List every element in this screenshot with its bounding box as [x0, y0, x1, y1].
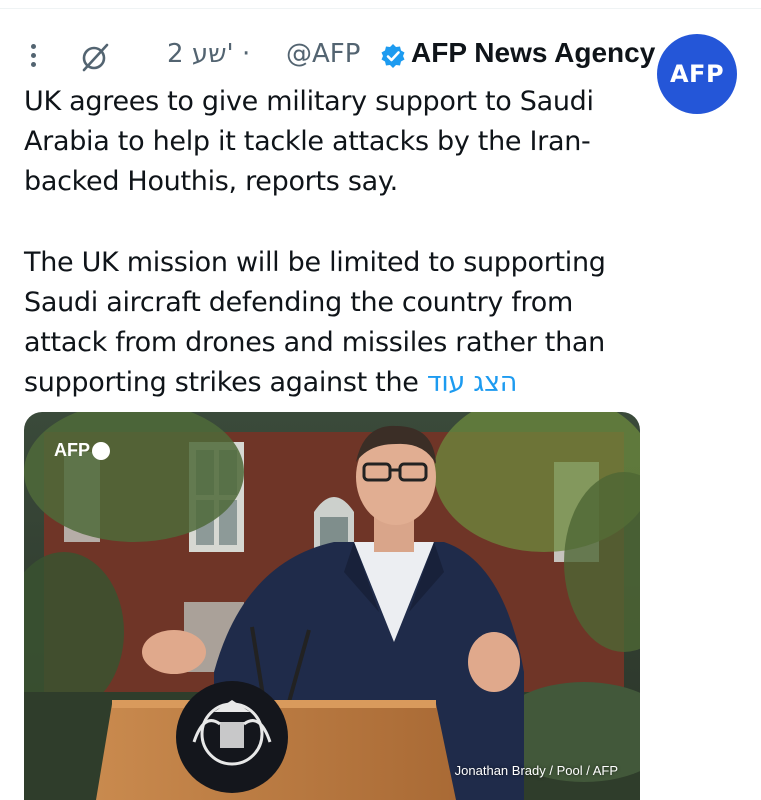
tweet-text: UK agrees to give military support to Sa… [24, 82, 644, 403]
photo-watermark: AFP [54, 440, 110, 461]
photo-illustration [24, 412, 640, 800]
more-vertical-icon[interactable] [28, 42, 40, 70]
watermark-text: AFP [54, 440, 90, 460]
show-more-link[interactable]: הצג עוד [427, 367, 518, 398]
author-handle[interactable]: @AFP [286, 39, 360, 69]
avatar-label: AFP [669, 60, 725, 88]
top-divider [0, 8, 761, 9]
tweet-paragraph: The UK mission will be limited to suppor… [24, 243, 644, 404]
tweet-paragraph: UK agrees to give military support to Sa… [24, 86, 594, 198]
photo-credit: Jonathan Brady / Pool / AFP [454, 763, 618, 778]
tweet-paragraph-text: The UK mission will be limited to suppor… [24, 246, 606, 399]
tweet-meta: 2 שע' · [167, 39, 250, 69]
avatar[interactable]: AFP [657, 34, 737, 114]
tweet-header: 2 שע' · @AFP AFP News Agency [24, 36, 655, 76]
author-display-name[interactable]: AFP News Agency [411, 37, 655, 69]
tweet-photo[interactable]: AFP Jonathan Brady / Pool / AFP [24, 412, 640, 800]
verified-badge-icon [380, 43, 406, 69]
grok-icon[interactable] [80, 42, 110, 72]
timestamp[interactable]: 2 שע' [167, 39, 234, 69]
meta-separator: · [241, 39, 251, 69]
watermark-dot [92, 441, 110, 460]
